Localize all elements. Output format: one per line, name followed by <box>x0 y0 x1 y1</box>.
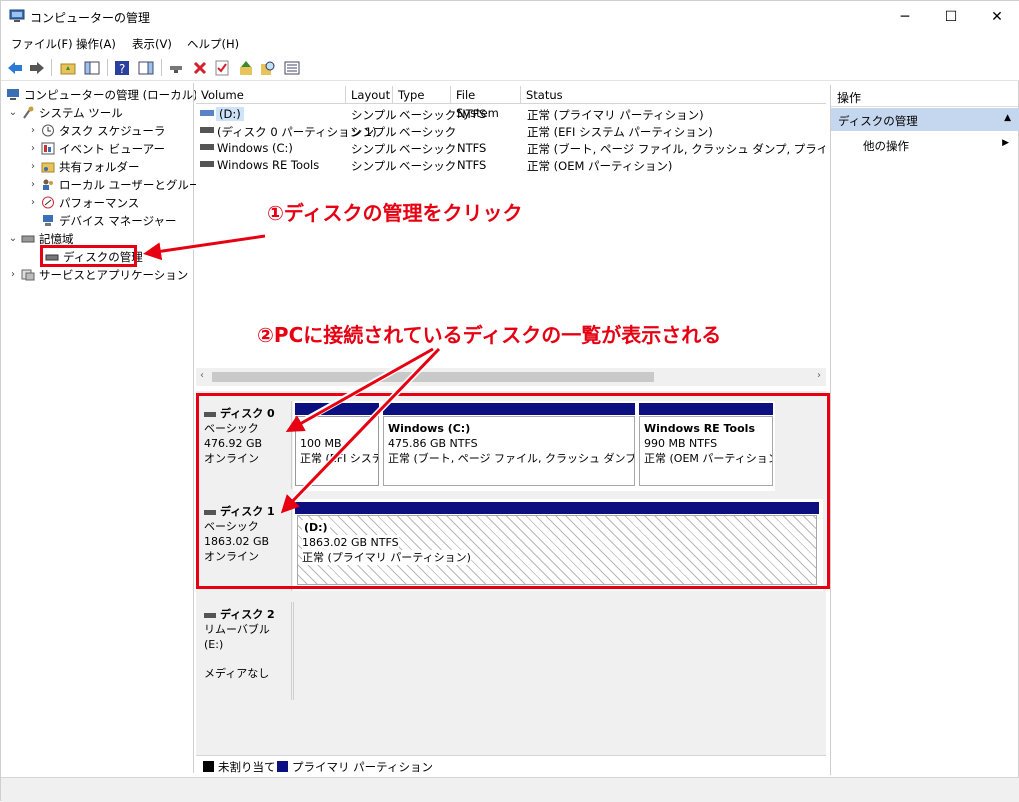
arrow-to-disk-1 <box>280 347 441 514</box>
arrow-to-disk-management <box>143 234 266 261</box>
computer-management-window: コンピューターの管理 ─ ☐ ✕ ファイル(F) 操作(A) 表示(V) ヘルプ… <box>0 0 1019 802</box>
arrow-to-disk-0 <box>285 347 434 432</box>
annotation-step-1: ①ディスクの管理をクリック <box>267 201 523 225</box>
annotation-arrows <box>143 233 442 514</box>
annotation-step-2: ②PCに接続されているディスクの一覧が表示される <box>257 323 722 347</box>
